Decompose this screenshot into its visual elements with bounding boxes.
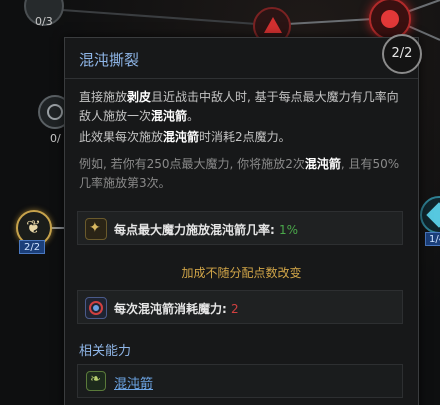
stat-row-chance: ✦ 每点最大魔力施放混沌箭几率: 1% <box>77 211 403 245</box>
skill-node-count: 0/3 <box>35 15 53 28</box>
desc-highlight: 剥皮 <box>127 90 152 104</box>
chaos-bolt-icon: ❧ <box>86 371 106 391</box>
related-ability-link[interactable]: 混沌箭 <box>114 373 153 392</box>
example-text: 点最大魔力, 你将施放 <box>169 157 286 171</box>
tooltip-description: 直接施放剥皮且近战击中敌人时, 基于每点最大魔力有几率向敌人施放一次混沌箭。 <box>79 88 409 126</box>
example-text: 次 <box>292 157 305 171</box>
connection-line <box>61 9 271 26</box>
tooltip-example: 例如, 若你有250点最大魔力, 你将施放2次混沌箭, 且有50% 几率施放第3次… <box>79 155 409 193</box>
example-text: , 且有 <box>340 157 373 171</box>
tooltip-divider <box>65 78 418 79</box>
claw-icon: ❦ <box>26 217 42 238</box>
skill-node-rank-badge: 2/2 <box>19 240 46 254</box>
skill-node-rank-badge: 1/4 <box>425 232 440 246</box>
skill-node-count: 0/ <box>50 132 61 145</box>
desc-text: 。 <box>187 109 200 123</box>
example-number: 2 <box>285 157 293 171</box>
example-text: 例如, 若你有 <box>79 157 147 171</box>
hovered-node-rank: 2/2 <box>382 34 422 74</box>
triangle-icon <box>264 17 282 33</box>
desc-text: 此效果每次施放 <box>79 130 164 144</box>
example-text: 几率施放第3次。 <box>79 176 171 190</box>
skill-tooltip: 混沌撕裂 直接施放剥皮且近战击中敌人时, 基于每点最大魔力有几率向敌人施放一次混… <box>64 37 419 405</box>
mana-cost-icon <box>85 297 107 319</box>
chaos-bolt-chance-icon: ✦ <box>85 218 107 240</box>
tooltip-cost-note: 此效果每次施放混沌箭时消耗2点魔力。 <box>79 128 409 147</box>
stat-label: 每点最大魔力施放混沌箭几率: 1% <box>114 223 299 237</box>
example-number: 250 <box>146 157 170 171</box>
stat-label: 每次混沌箭消耗魔力: 2 <box>114 302 239 316</box>
stat-value: 1% <box>278 223 299 237</box>
orb-icon <box>381 10 399 28</box>
related-abilities-title: 相关能力 <box>79 344 132 359</box>
circle-icon <box>47 104 63 120</box>
desc-text: 时消耗2点魔力。 <box>199 130 291 144</box>
diamond-icon <box>426 202 440 228</box>
desc-highlight: 混沌箭 <box>163 130 200 144</box>
example-number: 50% <box>372 157 400 171</box>
example-highlight: 混沌箭 <box>304 157 341 171</box>
desc-text: 直接施放 <box>79 90 128 104</box>
stat-row-mana-cost: 每次混沌箭消耗魔力: 2 <box>77 290 403 324</box>
desc-highlight: 混沌箭 <box>151 109 188 123</box>
bonus-note: 加成不随分配点数改变 <box>181 266 302 280</box>
related-ability-row[interactable]: ❧ 混沌箭 <box>77 364 403 398</box>
tooltip-title: 混沌撕裂 <box>79 51 140 69</box>
stat-value: 2 <box>230 302 239 316</box>
